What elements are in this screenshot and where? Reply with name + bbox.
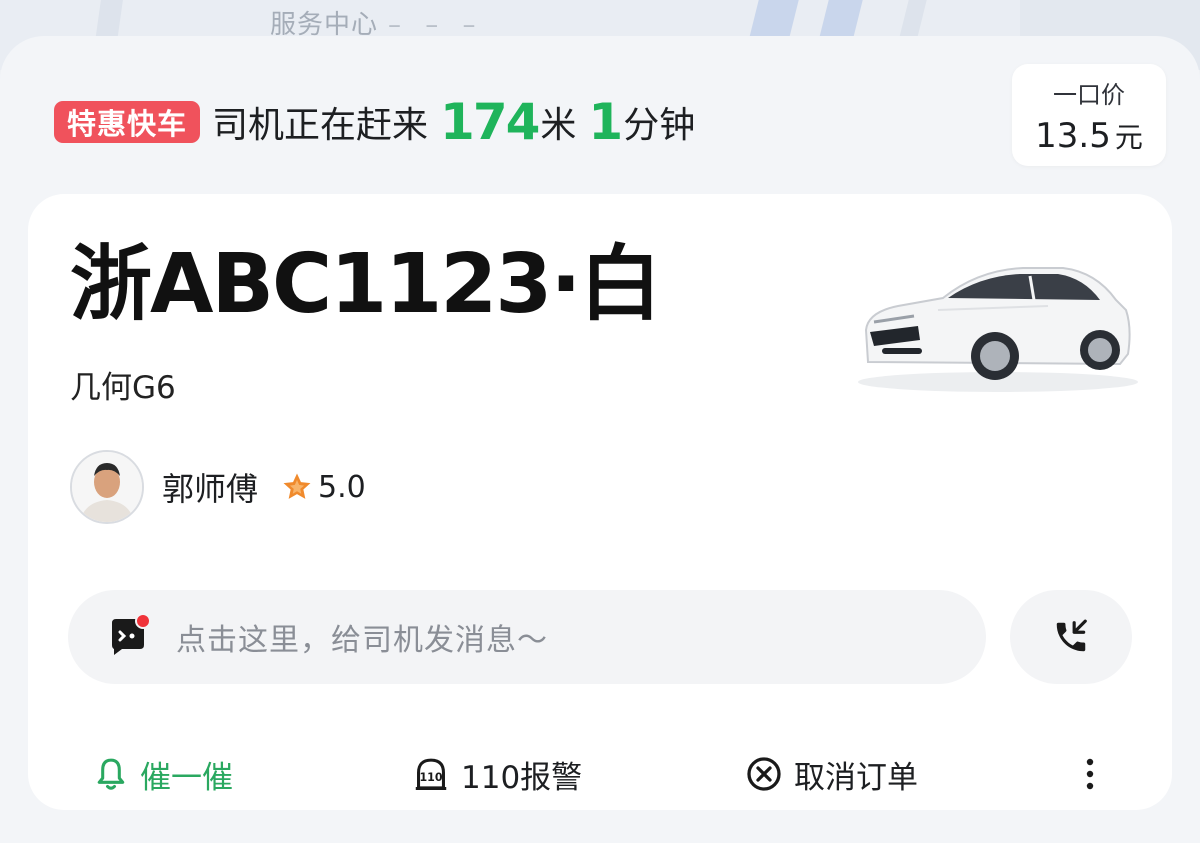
status-text: 司机正在赶来 xyxy=(212,105,429,146)
service-type-tag: 特惠快车 xyxy=(54,101,201,143)
close-circle-icon xyxy=(747,757,781,791)
police-110-button[interactable]: 110 110报警 xyxy=(413,734,582,814)
police-icon-text: 110 xyxy=(419,771,442,784)
cancel-label: 取消订单 xyxy=(794,759,918,796)
trip-status: 特惠快车 司机正在赶来 174 米 1 分钟 xyxy=(54,92,695,152)
police-label: 110报警 xyxy=(461,759,583,796)
eta-value: 1 xyxy=(588,93,623,151)
eta-unit: 分钟 xyxy=(623,105,696,146)
chat-icon xyxy=(112,613,151,655)
driver-name: 郭师傅 xyxy=(162,470,259,508)
distance-value: 174 xyxy=(440,93,540,151)
price-amount: 13.5 xyxy=(1035,115,1111,156)
more-vertical-icon xyxy=(1086,758,1094,790)
cancel-order-button[interactable]: 取消订单 xyxy=(746,734,918,814)
more-options-button[interactable] xyxy=(1084,734,1096,814)
chat-bubble-icon xyxy=(106,613,151,659)
hurry-label: 催一催 xyxy=(140,759,233,796)
driver-card: 浙ABC1123·白 几何G6 郭师傅 5.0 点击这里，给司机发消息～ 催一催… xyxy=(28,194,1172,810)
star-icon xyxy=(283,473,311,499)
price-label: 一口价 xyxy=(1053,80,1125,109)
trip-bottom-sheet: 特惠快车 司机正在赶来 174 米 1 分钟 一口价 13.5 元 浙ABC112… xyxy=(0,36,1200,843)
driver-info: 郭师傅 5.0 xyxy=(70,450,366,524)
price-value: 13.5 元 xyxy=(1035,116,1143,156)
hurry-driver-button[interactable]: 催一催 xyxy=(94,734,233,814)
message-input-bar[interactable]: 点击这里，给司机发消息～ xyxy=(68,590,986,684)
action-bar: 催一催 110 110报警 取消订单 xyxy=(28,734,1172,814)
avatar-portrait-icon xyxy=(72,452,142,522)
car-image xyxy=(858,267,1138,392)
bell-icon xyxy=(97,758,125,790)
driver-avatar[interactable] xyxy=(70,450,144,524)
car-model: 几何G6 xyxy=(70,370,176,406)
fixed-price-box[interactable]: 一口价 13.5 元 xyxy=(1012,64,1166,166)
price-unit: 元 xyxy=(1114,120,1143,154)
driver-rating: 5.0 xyxy=(280,470,366,505)
license-plate: 浙ABC1123·白 xyxy=(70,237,662,332)
police-alarm-icon: 110 xyxy=(415,758,447,791)
rating-value: 5.0 xyxy=(318,469,366,505)
distance-unit: 米 xyxy=(540,105,577,146)
message-placeholder: 点击这里，给司机发消息～ xyxy=(176,623,548,658)
phone-icon xyxy=(1056,619,1087,652)
call-driver-button[interactable] xyxy=(1010,590,1132,684)
